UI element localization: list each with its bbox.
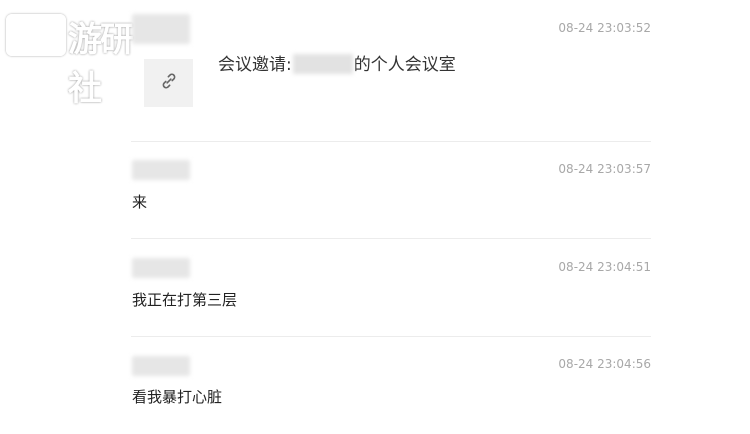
gamepad-icon xyxy=(6,14,66,56)
invite-prefix: 会议邀请: xyxy=(218,55,292,75)
sender-name-redacted xyxy=(132,258,190,278)
message-text: 看我暴打心脏 xyxy=(132,388,223,406)
sender-name-redacted xyxy=(132,356,190,376)
message-timestamp: 08-24 23:04:56 xyxy=(558,357,651,371)
message-timestamp: 08-24 23:03:52 xyxy=(558,21,651,35)
message-timestamp: 08-24 23:03:57 xyxy=(558,162,651,176)
meeting-invite-text[interactable]: 会议邀请: 的个人会议室 xyxy=(218,50,456,75)
invite-suffix: 的个人会议室 xyxy=(353,55,456,75)
message-divider xyxy=(131,141,651,142)
meeting-link-card[interactable] xyxy=(144,59,193,107)
watermark-logo: 游研社 xyxy=(0,12,134,109)
redacted-name xyxy=(292,54,353,74)
message-divider xyxy=(131,336,651,337)
watermark-text: 游研社 xyxy=(68,20,134,109)
sender-name-redacted xyxy=(132,160,190,180)
sender-name-redacted xyxy=(132,14,190,44)
message-text: 来 xyxy=(132,193,148,211)
message-text: 我正在打第三层 xyxy=(132,291,238,309)
message-divider xyxy=(131,238,651,239)
message-timestamp: 08-24 23:04:51 xyxy=(558,260,651,274)
link-icon xyxy=(158,70,180,96)
